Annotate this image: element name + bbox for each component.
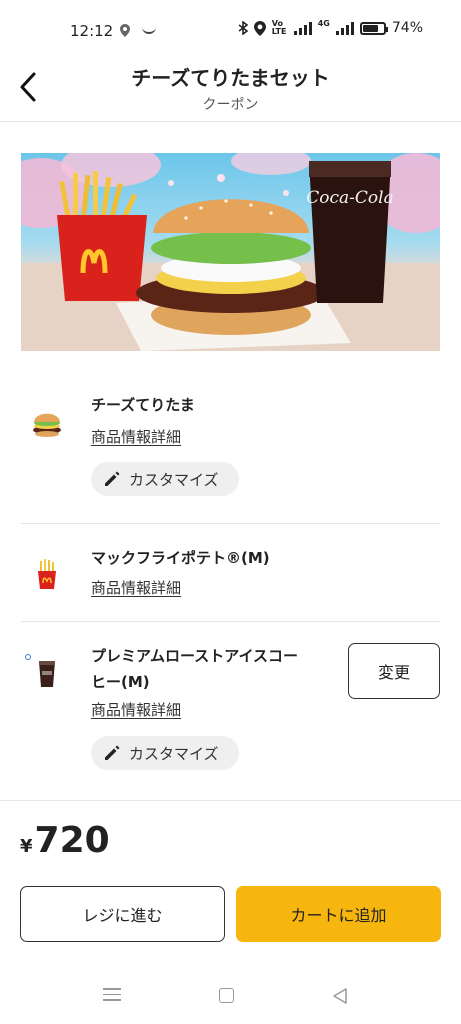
- location-icon: [120, 24, 130, 37]
- divider: [21, 621, 440, 622]
- page-subtitle: クーポン: [202, 97, 259, 113]
- burger-thumbnail: [33, 413, 61, 437]
- burger: [136, 199, 326, 335]
- item-name: プレミアムローストアイスコー ヒー(M): [91, 643, 298, 695]
- bluetooth-icon: [238, 21, 248, 35]
- pencil-icon: [105, 745, 120, 760]
- proceed-to-register-button[interactable]: レジに進む: [20, 886, 225, 942]
- triangle-back-icon[interactable]: [332, 987, 348, 1005]
- price: ¥ 720: [20, 820, 110, 861]
- product-detail-link[interactable]: 商品情報詳細: [91, 699, 181, 720]
- page-title: チーズてりたまセット: [131, 66, 330, 90]
- set-meal-illustration: Coca-Cola: [21, 153, 440, 351]
- change-button[interactable]: 変更: [348, 643, 440, 699]
- item-name: マックフライポテト®(M): [91, 549, 270, 567]
- signal-icon-2: [335, 21, 354, 35]
- svg-text:Coca-Cola: Coca-Cola: [306, 188, 393, 208]
- volte-icon: VoLTE: [271, 19, 287, 36]
- add-to-cart-button[interactable]: カートに追加: [236, 886, 441, 942]
- product-detail-link[interactable]: 商品情報詳細: [91, 577, 181, 598]
- customize-label: カスタマイズ: [129, 470, 219, 489]
- pencil-icon: [105, 471, 120, 486]
- iced-coffee-thumbnail: [25, 654, 55, 687]
- wave-icon: [142, 26, 156, 34]
- battery-icon: [359, 21, 388, 35]
- product-detail-link[interactable]: 商品情報詳細: [91, 426, 181, 447]
- price-value: 720: [34, 820, 110, 861]
- system-nav-bar: [0, 970, 461, 1024]
- hero-image: Coca-Cola: [21, 153, 440, 351]
- fries-thumbnail: [38, 559, 56, 589]
- status-icons: VoLTE 4G 74%: [238, 20, 423, 36]
- home-square-icon[interactable]: [219, 988, 234, 1003]
- list-item: チーズてりたま 商品情報詳細 カスタマイズ: [21, 390, 440, 510]
- customize-button[interactable]: カスタマイズ: [91, 462, 239, 496]
- network-type: 4G: [317, 19, 330, 28]
- header: チーズてりたまセット クーポン: [0, 50, 461, 122]
- list-item: マックフライポテト®(M) 商品情報詳細: [21, 545, 440, 605]
- item-name: チーズてりたま: [91, 396, 195, 414]
- item-name-line1: プレミアムローストアイスコー: [91, 647, 299, 665]
- signal-icon: [293, 21, 312, 35]
- customize-button[interactable]: カスタマイズ: [91, 736, 239, 770]
- menu-icon[interactable]: [103, 988, 121, 1002]
- location-pin-icon: [253, 20, 266, 36]
- cola: Coca-Cola: [306, 161, 394, 303]
- battery-percent: 74%: [391, 20, 423, 36]
- item-name-line2: ヒー(M): [91, 673, 150, 691]
- section-divider: [0, 800, 461, 801]
- status-time: 12:12: [70, 22, 114, 40]
- customize-label: カスタマイズ: [129, 744, 219, 763]
- divider: [21, 523, 440, 524]
- price-currency: ¥: [20, 836, 33, 857]
- battery-fill: [362, 24, 378, 32]
